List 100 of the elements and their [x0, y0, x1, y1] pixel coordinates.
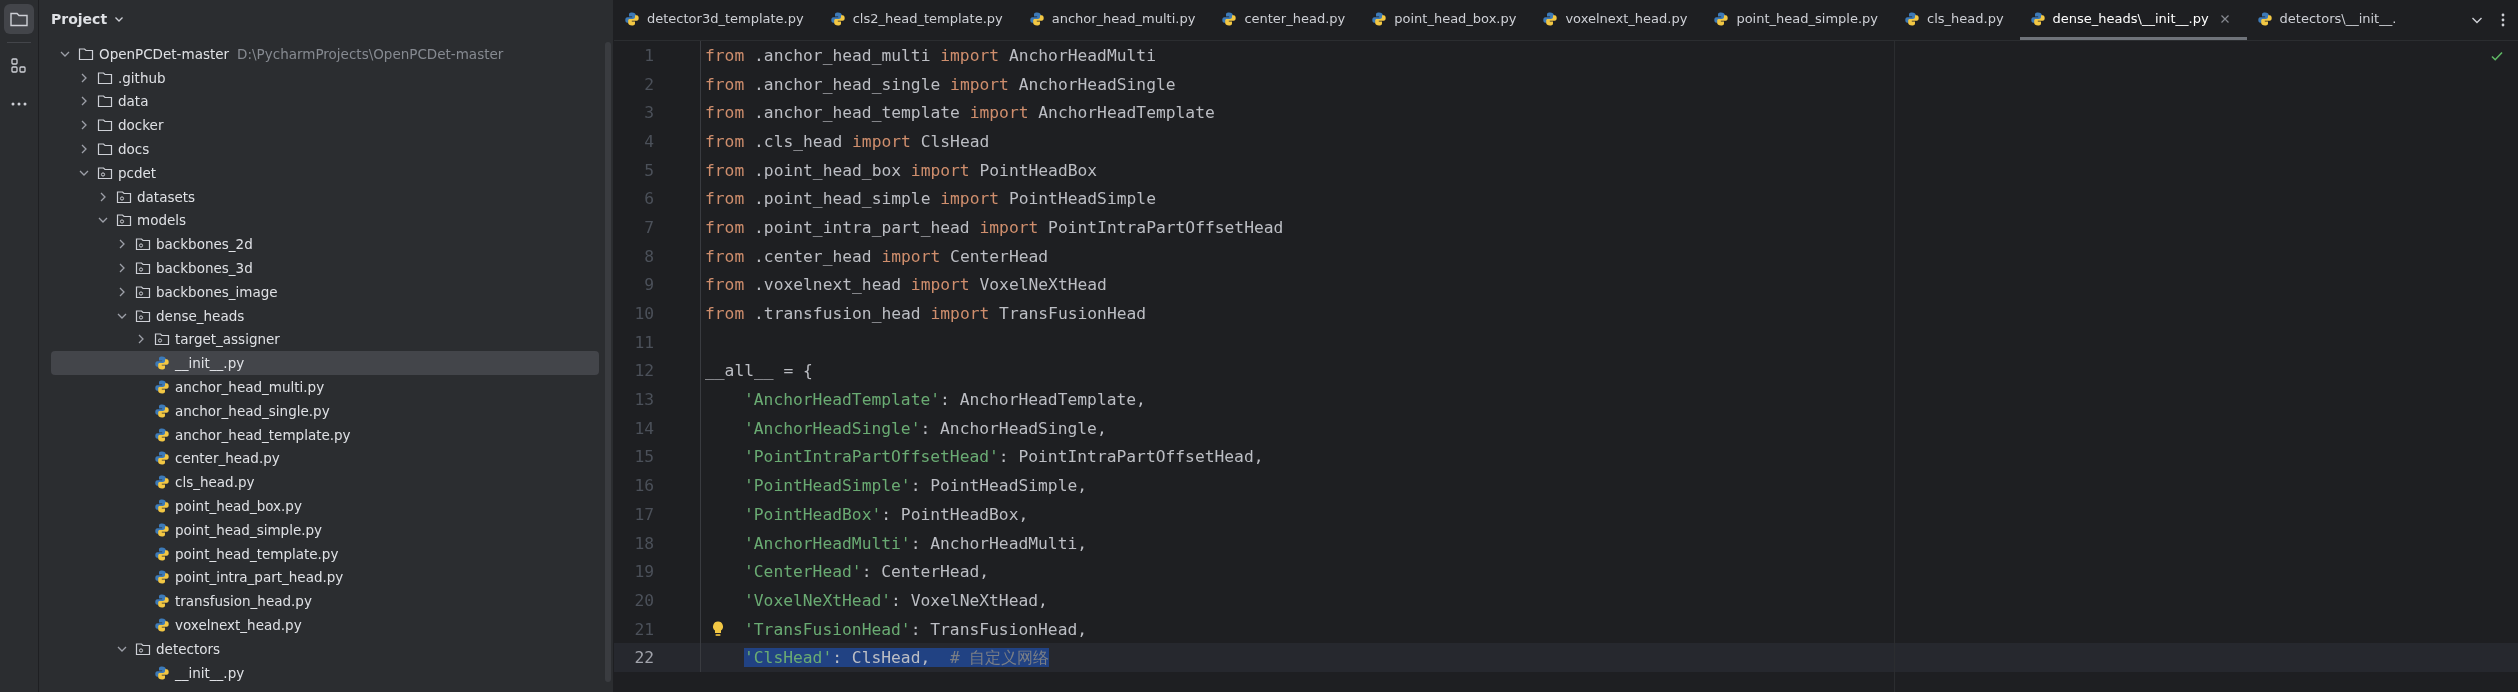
- folder-icon: [97, 69, 113, 86]
- code-line: from .anchor_head_single import AnchorHeadSingle: [705, 74, 1176, 94]
- project-path: D:\PycharmProjects\OpenPCDet-master: [237, 45, 504, 62]
- code-line: from .anchor_head_multi import AnchorHeadMulti: [705, 45, 1156, 65]
- code-line: from .transfusion_head import TransFusionHead: [705, 304, 1147, 324]
- code-line: 'VoxelNeXtHead': VoxelNeXtHead,: [744, 590, 1048, 610]
- editor-tab[interactable]: center_head.py: [1211, 0, 1362, 40]
- tree-item[interactable]: point_head_box.py: [51, 494, 599, 518]
- tree-item[interactable]: OpenPCDet-master D:\PycharmProjects\OpenPCDet-master: [51, 42, 599, 66]
- folder-icon: [97, 93, 113, 110]
- package-folder-icon: [97, 164, 113, 181]
- tree-item[interactable]: center_head.py: [51, 446, 599, 471]
- package-folder-icon: [135, 307, 151, 324]
- python-file-icon: [2256, 10, 2273, 27]
- code-line: 'AnchorHeadMulti': AnchorHeadMulti,: [744, 533, 1088, 553]
- python-file-icon: [1904, 10, 1920, 27]
- package-folder-icon: [154, 331, 170, 348]
- editor-tab[interactable]: cls2_head_template.py: [819, 0, 1019, 40]
- structure-icon: [9, 56, 29, 76]
- python-file-icon: [154, 617, 170, 633]
- code-line: from .point_head_box import PointHeadBox: [705, 160, 1098, 180]
- python-file-icon: [1028, 10, 1045, 27]
- code-line: from .anchor_head_template import AnchorHeadTemplate: [705, 103, 1215, 123]
- kebab-menu-icon[interactable]: [2500, 12, 2506, 28]
- python-file-icon: [1713, 10, 1730, 27]
- code-line: 'PointHeadSimple': PointHeadSimple,: [744, 476, 1088, 496]
- editor-tab[interactable]: voxelnext_head.py: [1532, 0, 1704, 40]
- tree-item[interactable]: voxelnext_head.py: [51, 613, 599, 637]
- tree-item[interactable]: pcdet: [51, 161, 599, 185]
- folder-icon: [78, 45, 94, 62]
- tree-item[interactable]: docker: [51, 113, 599, 138]
- python-file-icon: [154, 545, 170, 562]
- python-file-icon: [1542, 10, 1559, 27]
- editor-tab[interactable]: point_head_simple.py: [1703, 0, 1894, 40]
- python-file-icon: [154, 498, 170, 515]
- tree-item[interactable]: backbones_image: [51, 279, 599, 304]
- tree-item[interactable]: .github: [51, 65, 599, 90]
- package-folder-icon: [116, 212, 132, 229]
- tree-item[interactable]: detectors: [51, 636, 599, 661]
- tree-item[interactable]: point_head_template.py: [51, 541, 599, 566]
- editor-tab[interactable]: detector3d_template.py: [614, 0, 820, 40]
- code-line: from .cls_head import ClsHead: [705, 131, 990, 151]
- python-file-icon: [154, 450, 170, 467]
- package-folder-icon: [135, 236, 151, 253]
- python-file-icon: [154, 664, 170, 681]
- close-icon[interactable]: [2218, 12, 2231, 25]
- editor-tab[interactable]: anchor_head_multi.py: [1018, 0, 1212, 40]
- tree-item[interactable]: __init__.py: [51, 351, 599, 376]
- tree-item[interactable]: point_intra_part_head.py: [51, 565, 599, 590]
- editor-tab[interactable]: dense_heads\__init__.py: [2019, 0, 2247, 40]
- tree-item[interactable]: transfusion_head.py: [51, 589, 599, 614]
- code-line: 'CenterHead': CenterHead,: [744, 562, 990, 582]
- code-line: 'PointIntraPartOffsetHead': PointIntraPartOffsetHead,: [744, 447, 1264, 467]
- python-file-icon: [1221, 10, 1238, 27]
- editor-tab[interactable]: cls_head.py: [1894, 0, 2020, 40]
- code-line: 'ClsHead': ClsHead, # 自定义网络: [744, 646, 1050, 669]
- python-file-icon: [154, 593, 170, 610]
- tree-item[interactable]: datasets: [51, 184, 599, 209]
- python-file-icon: [154, 426, 170, 443]
- editor-tab[interactable]: detectors\__init__.: [2246, 0, 2413, 40]
- python-file-icon: [154, 355, 170, 372]
- tree-item[interactable]: anchor_head_single.py: [51, 398, 599, 423]
- python-file-icon: [154, 402, 170, 419]
- folder-icon: [97, 117, 113, 134]
- package-folder-icon: [135, 260, 151, 277]
- package-folder-icon: [135, 640, 151, 657]
- python-file-icon: [154, 521, 170, 538]
- tree-item[interactable]: models: [51, 208, 599, 233]
- tree-item[interactable]: __init__.py: [51, 660, 599, 685]
- more-icon: [9, 101, 29, 107]
- line-number: 22: [633, 648, 654, 668]
- project-view-dropdown[interactable]: Project: [51, 11, 108, 27]
- code-line: from .voxelnext_head import VoxelNeXtHead: [705, 275, 1107, 295]
- tree-item[interactable]: anchor_head_template.py: [51, 422, 599, 447]
- project-tool-button[interactable]: [4, 4, 34, 34]
- code-line: from .point_intra_part_head import PointIntraPartOffsetHead: [705, 217, 1284, 237]
- code-line: 'AnchorHeadTemplate': AnchorHeadTemplate,: [744, 390, 1146, 410]
- python-file-icon: [624, 10, 640, 27]
- package-folder-icon: [116, 188, 132, 205]
- tree-item[interactable]: backbones_2d: [51, 232, 599, 257]
- tree-item[interactable]: anchor_head_multi.py: [51, 375, 599, 399]
- tree-item[interactable]: docs: [51, 137, 599, 161]
- checkmark-icon: [2490, 49, 2504, 63]
- python-file-icon: [2029, 10, 2046, 27]
- tree-item[interactable]: data: [51, 89, 599, 114]
- python-file-icon: [154, 474, 170, 491]
- tree-item[interactable]: dense_heads: [51, 303, 599, 328]
- code-line: 'PointHeadBox': PointHeadBox,: [744, 504, 1029, 524]
- tree-item[interactable]: point_head_simple.py: [51, 517, 599, 542]
- code-line: 'TransFusionHead': TransFusionHead,: [744, 619, 1088, 639]
- code-line: 'AnchorHeadSingle': AnchorHeadSingle,: [744, 418, 1107, 438]
- code-line: __all__ = {: [705, 361, 813, 381]
- editor-tab[interactable]: point_head_box.py: [1361, 0, 1533, 40]
- code-line: from .center_head import CenterHead: [705, 246, 1049, 266]
- tree-item[interactable]: backbones_3d: [51, 256, 599, 280]
- tree-item[interactable]: target_assigner: [51, 327, 599, 352]
- tree-item[interactable]: cls_head.py: [51, 470, 599, 495]
- python-file-icon: [154, 569, 170, 586]
- package-folder-icon: [135, 283, 151, 300]
- lightbulb-icon[interactable]: [711, 619, 725, 638]
